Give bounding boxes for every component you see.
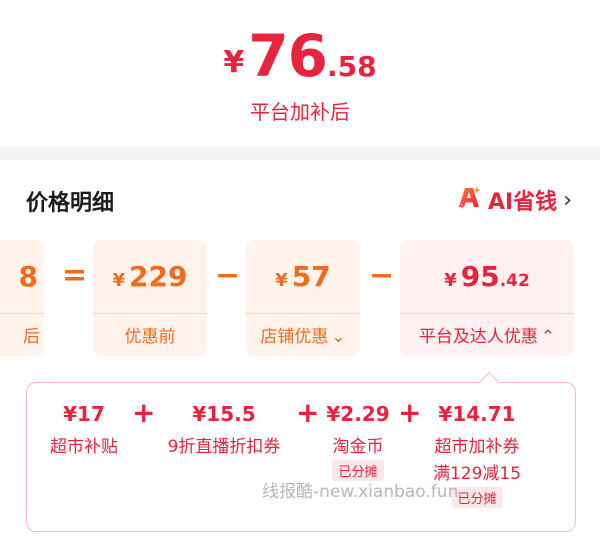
- plus-sign: +: [132, 396, 156, 429]
- detail-name: 9折直播折扣券: [167, 437, 281, 457]
- original-currency: ¥: [112, 270, 126, 291]
- store-currency: ¥: [275, 270, 288, 291]
- original-value: 229: [129, 260, 188, 293]
- platform-discount-card[interactable]: ¥95.42 平台及达人优惠 ⌃: [400, 240, 574, 356]
- result-partial-value: 8: [18, 260, 38, 293]
- detail-name: 淘金币: [332, 437, 384, 457]
- section-title: 价格明细: [26, 191, 115, 216]
- sparkle-a-icon: [456, 185, 482, 215]
- chevron-right-icon: ›: [563, 187, 572, 213]
- platform-value: 95: [460, 260, 500, 293]
- allocated-badge: 已分摊: [451, 487, 503, 508]
- final-price-decimal: .58: [326, 50, 377, 83]
- final-price-caption: 平台加补后: [250, 100, 350, 124]
- final-price-integer: 76: [248, 22, 328, 90]
- ai-save-label: AI省钱: [487, 190, 558, 215]
- platform-decimal: .42: [499, 271, 530, 291]
- chevron-down-icon: ⌄: [331, 327, 346, 347]
- ai-save-link[interactable]: AI省钱 ›: [456, 184, 572, 216]
- minus-sign: −: [215, 258, 241, 293]
- store-discount-card[interactable]: ¥57 店铺优惠 ⌄: [246, 240, 360, 356]
- store-value: 57: [291, 260, 331, 293]
- original-price-card[interactable]: ¥229 优惠前: [93, 240, 207, 356]
- detail-item-supermarket-subsidy: ¥17 超市补贴: [44, 402, 124, 457]
- detail-item-live-coupon: ¥15.5 9折直播折扣券: [158, 402, 290, 457]
- final-price-currency: ¥: [223, 45, 245, 80]
- equals-sign: =: [62, 258, 88, 293]
- platform-label: 平台及达人优惠: [418, 327, 538, 347]
- plus-sign: +: [296, 396, 320, 429]
- plus-sign: +: [398, 396, 422, 429]
- watermark: 线报酷-new.xianbao.fun: [262, 482, 459, 502]
- detail-amount: ¥15.5: [192, 402, 256, 426]
- final-price: ¥76.58: [0, 22, 600, 90]
- detail-name: 超市加补券: [434, 437, 520, 457]
- detail-item-taojinbi: ¥2.29 淘金币 已分摊: [322, 402, 394, 481]
- minus-sign-2: −: [369, 258, 395, 293]
- original-label: 优惠前: [124, 327, 176, 347]
- detail-name: 超市补贴: [50, 437, 118, 457]
- detail-amount: ¥14.71: [438, 402, 516, 426]
- detail-amount: ¥2.29: [326, 402, 390, 426]
- platform-currency: ¥: [444, 270, 457, 291]
- store-label: 店铺优惠: [260, 327, 329, 347]
- section-divider: [0, 146, 600, 160]
- result-partial-label: 后: [23, 327, 40, 347]
- chevron-up-icon: ⌃: [540, 327, 556, 347]
- result-card-partial[interactable]: 8 后: [0, 240, 44, 356]
- detail-amount: ¥17: [63, 402, 105, 426]
